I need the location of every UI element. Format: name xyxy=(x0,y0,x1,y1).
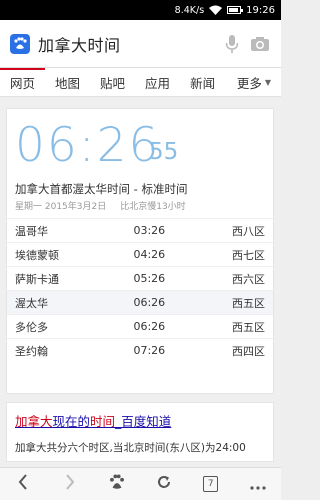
chevron-down-icon: ▼ xyxy=(264,77,271,87)
tab-news[interactable]: 新闻 xyxy=(180,68,225,96)
tab-apps-label: 应用 xyxy=(145,75,171,91)
tab-more[interactable]: 更多 ▼ xyxy=(227,68,281,96)
table-row-highlighted: 渥太华 06:26 西五区 xyxy=(7,290,273,315)
chevron-left-icon xyxy=(18,474,28,494)
city-time: 05:26 xyxy=(133,272,166,285)
result-title-highlight: 加拿大 xyxy=(15,414,53,429)
tab-map[interactable]: 地图 xyxy=(45,68,90,96)
city-time: 03:26 xyxy=(133,224,166,237)
result-title-part: _百度知道 xyxy=(115,414,172,429)
back-button[interactable] xyxy=(8,469,38,499)
result-title-link[interactable]: 加拿大现在的时间_百度知道 xyxy=(15,411,265,430)
refresh-button[interactable] xyxy=(149,469,179,499)
more-dots-icon xyxy=(249,475,266,494)
bottom-toolbar: 7 xyxy=(0,467,281,500)
time-card-title: 加拿大首都渥太华时间 - 标准时间 xyxy=(15,182,188,196)
microphone-icon[interactable] xyxy=(221,33,243,55)
city-name: 埃德蒙顿 xyxy=(15,248,59,262)
menu-button[interactable] xyxy=(243,469,273,499)
tab-more-label: 更多 xyxy=(236,75,262,91)
city-time-table: 温哥华 03:26 西八区 埃德蒙顿 04:26 西七区 萨斯卡通 05:26 … xyxy=(7,218,273,363)
city-name: 温哥华 xyxy=(15,224,48,238)
city-name: 圣约翰 xyxy=(15,344,48,358)
clock-seconds: 55 xyxy=(149,139,179,165)
tabs-count: 7 xyxy=(203,476,219,492)
home-button[interactable] xyxy=(102,469,132,499)
city-time: 06:26 xyxy=(133,296,166,309)
result-title-highlight: 时间 xyxy=(90,414,116,429)
camera-icon[interactable] xyxy=(249,33,271,55)
search-tabs: 网页 地图 贴吧 应用 新闻 更多 ▼ xyxy=(0,68,281,97)
screen: 8.4K/s 19:26 加拿大时间 网页 地图 贴吧 应用 新闻 更多 ▼ 0… xyxy=(0,0,281,500)
city-zone: 西六区 xyxy=(232,272,265,286)
battery-icon xyxy=(227,6,244,14)
chevron-right-icon xyxy=(65,474,75,494)
city-time: 06:26 xyxy=(133,320,166,333)
time-card-subtitle: 星期一 2015年3月2日 比北京慢13小时 xyxy=(7,197,273,218)
clock-time: 19:26 xyxy=(246,4,275,16)
big-clock: 06:26 55 xyxy=(7,109,273,181)
city-zone: 西五区 xyxy=(232,320,265,334)
search-input[interactable]: 加拿大时间 xyxy=(38,32,215,56)
city-name: 渥太华 xyxy=(15,296,48,310)
tab-map-label: 地图 xyxy=(55,75,81,91)
tabs-button[interactable]: 7 xyxy=(196,469,226,499)
city-time: 04:26 xyxy=(133,248,166,261)
city-zone: 西四区 xyxy=(232,344,265,358)
time-offset: 比北京慢13小时 xyxy=(120,202,186,212)
refresh-icon xyxy=(156,474,172,494)
tab-news-label: 新闻 xyxy=(190,75,216,91)
clock-hours-minutes: 06:26 xyxy=(15,118,161,173)
status-bar: 8.4K/s 19:26 xyxy=(0,0,281,20)
tab-apps[interactable]: 应用 xyxy=(135,68,180,96)
network-speed: 8.4K/s xyxy=(174,4,205,16)
table-row: 埃德蒙顿 04:26 西七区 xyxy=(7,242,273,267)
tab-tieba[interactable]: 贴吧 xyxy=(90,68,135,96)
search-bar: 加拿大时间 xyxy=(0,20,281,68)
table-row: 萨斯卡通 05:26 西六区 xyxy=(7,266,273,291)
city-time: 07:26 xyxy=(133,344,166,358)
baidu-paw-icon xyxy=(108,473,126,495)
result-title-part: 现在的 xyxy=(52,414,91,429)
table-row: 圣约翰 07:26 西四区 xyxy=(7,338,273,363)
city-zone: 西五区 xyxy=(232,296,265,310)
table-row: 多伦多 06:26 西五区 xyxy=(7,314,273,339)
tab-tieba-label: 贴吧 xyxy=(100,75,126,91)
time-card[interactable]: 06:26 55 加拿大首都渥太华时间 - 标准时间 星期一 2015年3月2日… xyxy=(6,108,274,394)
city-zone: 西七区 xyxy=(232,248,265,262)
city-name: 萨斯卡通 xyxy=(15,272,59,286)
tab-web[interactable]: 网页 xyxy=(0,68,46,96)
weekday-date: 星期一 2015年3月2日 xyxy=(15,202,107,212)
city-zone: 西八区 xyxy=(232,224,265,238)
wifi-icon xyxy=(209,5,223,15)
baidu-paw-icon[interactable] xyxy=(10,33,30,54)
city-name: 多伦多 xyxy=(15,320,48,334)
result-snippet: 加拿大共分六个时区,当北京时间(东八区)为24:00 xyxy=(15,442,246,454)
forward-button[interactable] xyxy=(55,469,85,499)
tab-web-label: 网页 xyxy=(10,75,36,91)
table-row: 温哥华 03:26 西八区 xyxy=(7,218,273,243)
search-result-card: 加拿大现在的时间_百度知道 加拿大共分六个时区,当北京时间(东八区)为24:00 xyxy=(6,402,274,462)
